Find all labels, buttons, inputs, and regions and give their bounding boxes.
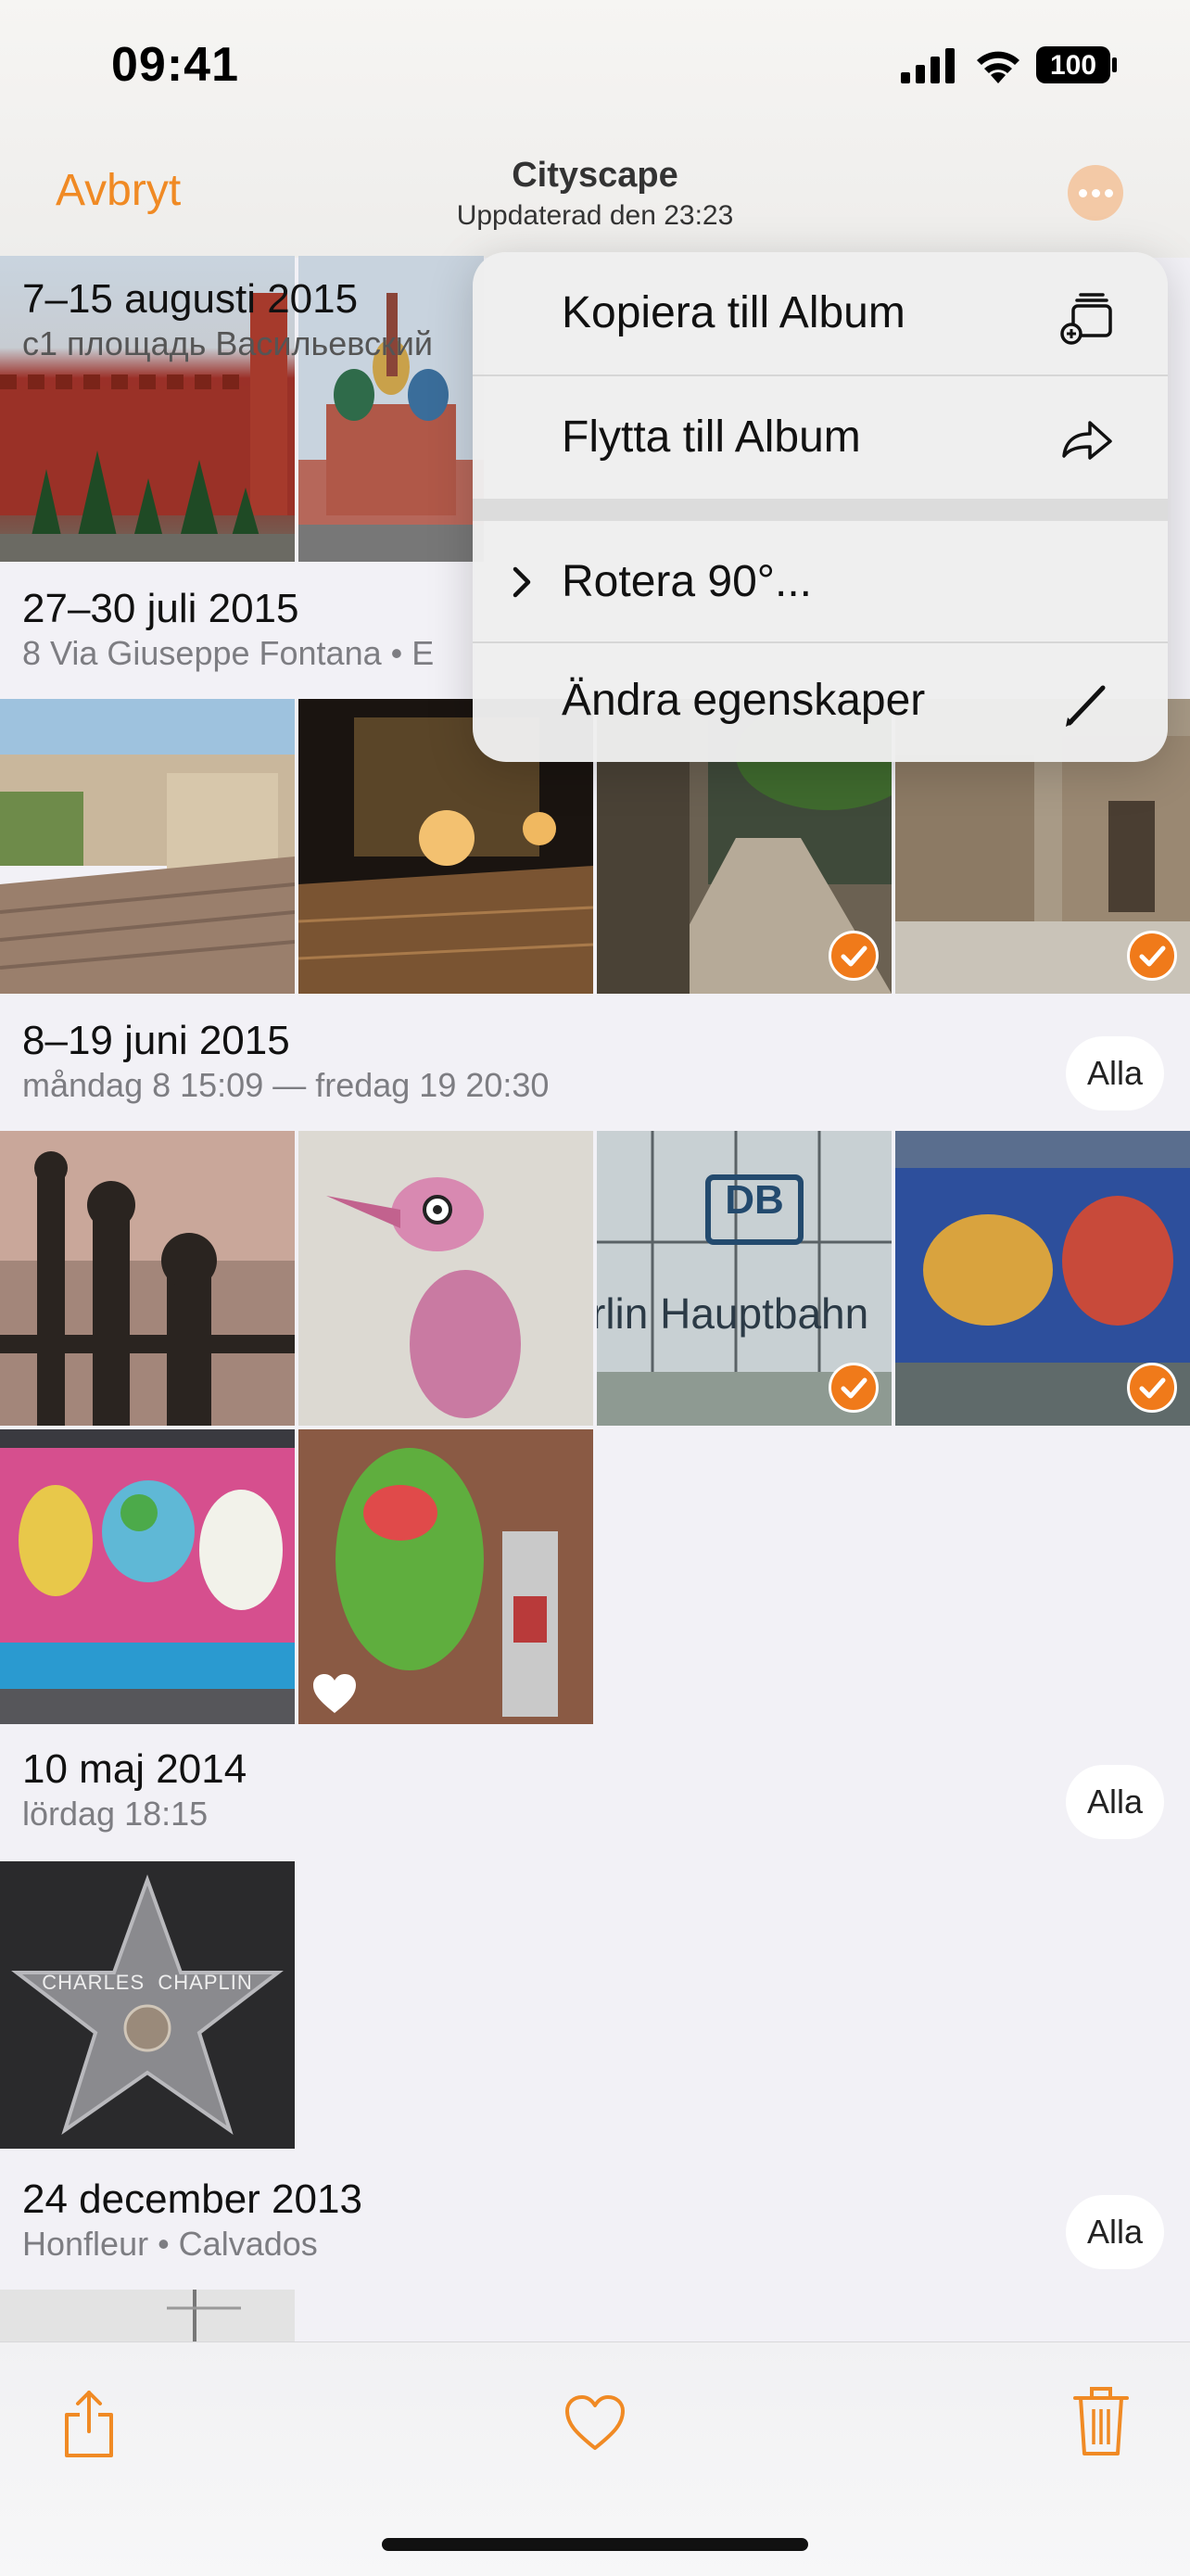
menu-item-move-to-album[interactable]: Flytta till Album	[473, 376, 1168, 499]
section-title: 8–19 juni 2015	[22, 1018, 290, 1063]
section-subtitle: Honfleur • Calvados	[22, 2225, 318, 2263]
db-logo-text: DB	[725, 1177, 784, 1223]
album-title: Cityscape	[512, 156, 678, 195]
menu-item-label: Flytta till Album	[562, 412, 861, 462]
favorite-heart-icon	[313, 1674, 356, 1713]
menu-item-label: Ändra egenskaper	[562, 676, 926, 725]
heart-icon[interactable]	[563, 2394, 627, 2452]
section-title: 10 maj 2014	[22, 1746, 247, 1792]
move-arrow-icon	[1062, 421, 1112, 460]
battery-level: 100	[1049, 50, 1097, 81]
section-subtitle: lördag 18:15	[22, 1795, 209, 1833]
photo-blue-mural[interactable]	[895, 1131, 1190, 1426]
context-menu: Kopiera till Album Flytta till Album Rot…	[473, 252, 1168, 762]
cellular-signal-icon	[901, 48, 955, 83]
menu-item-label: Rotera 90°...	[562, 557, 812, 606]
copy-to-album-icon	[1060, 293, 1112, 345]
star-name-text: CHARLES CHAPLIN	[42, 1971, 253, 1994]
photo-iron-fence[interactable]	[0, 1131, 295, 1426]
menu-item-edit-properties[interactable]: Ändra egenskaper	[473, 640, 1168, 762]
trash-icon[interactable]	[1071, 2383, 1131, 2459]
section-title: 24 december 2013	[22, 2176, 362, 2222]
status-time: 09:41	[111, 38, 239, 92]
more-options-button[interactable]	[1068, 165, 1123, 221]
selected-check-icon	[829, 1363, 879, 1413]
home-indicator	[382, 2538, 808, 2551]
photo-rooftops[interactable]	[0, 699, 295, 994]
selected-check-icon	[829, 931, 879, 981]
menu-group-divider	[473, 499, 1168, 521]
menu-item-copy-to-album[interactable]: Kopiera till Album	[473, 252, 1168, 374]
select-all-button[interactable]: Alla	[1066, 2195, 1164, 2269]
select-all-button[interactable]: Alla	[1066, 1036, 1164, 1110]
photo-colorful-graffiti[interactable]	[0, 1429, 295, 1724]
section-subtitle: måndag 8 15:09 — fredag 19 20:30	[22, 1066, 550, 1104]
wifi-icon	[977, 51, 1019, 83]
section-title: 27–30 juli 2015	[22, 586, 299, 631]
menu-item-rotate[interactable]: Rotera 90°...	[473, 521, 1168, 643]
share-icon[interactable]	[59, 2387, 119, 2461]
section-subtitle: 8 Via Giuseppe Fontana • E	[22, 634, 435, 672]
battery-icon: 100	[1036, 46, 1110, 83]
section-subtitle: с1 площадь Васильевский	[22, 324, 433, 362]
photo-bird-graffiti[interactable]	[298, 1131, 593, 1426]
battery-cap	[1112, 57, 1117, 72]
photo-walk-of-fame-star[interactable]: CHARLES CHAPLIN	[0, 1861, 295, 2149]
status-bar: 09:41 100	[0, 0, 1190, 139]
select-all-button[interactable]: Alla	[1066, 1765, 1164, 1839]
section-title: 7–15 augusti 2015	[22, 276, 359, 322]
photo-honfleur[interactable]	[0, 2290, 295, 2341]
selected-check-icon	[1127, 931, 1177, 981]
pencil-icon	[1066, 685, 1106, 727]
photo-berlin-hauptbahnhof[interactable]: DB rlin Hauptbahn	[597, 1131, 892, 1426]
photo-dragon-mural[interactable]	[298, 1429, 593, 1724]
station-sign-text: rlin Hauptbahn	[597, 1289, 869, 1338]
chevron-right-icon	[513, 566, 531, 598]
selected-check-icon	[1127, 1363, 1177, 1413]
album-updated-subtitle: Uppdaterad den 23:23	[456, 200, 734, 231]
menu-item-label: Kopiera till Album	[562, 288, 905, 337]
